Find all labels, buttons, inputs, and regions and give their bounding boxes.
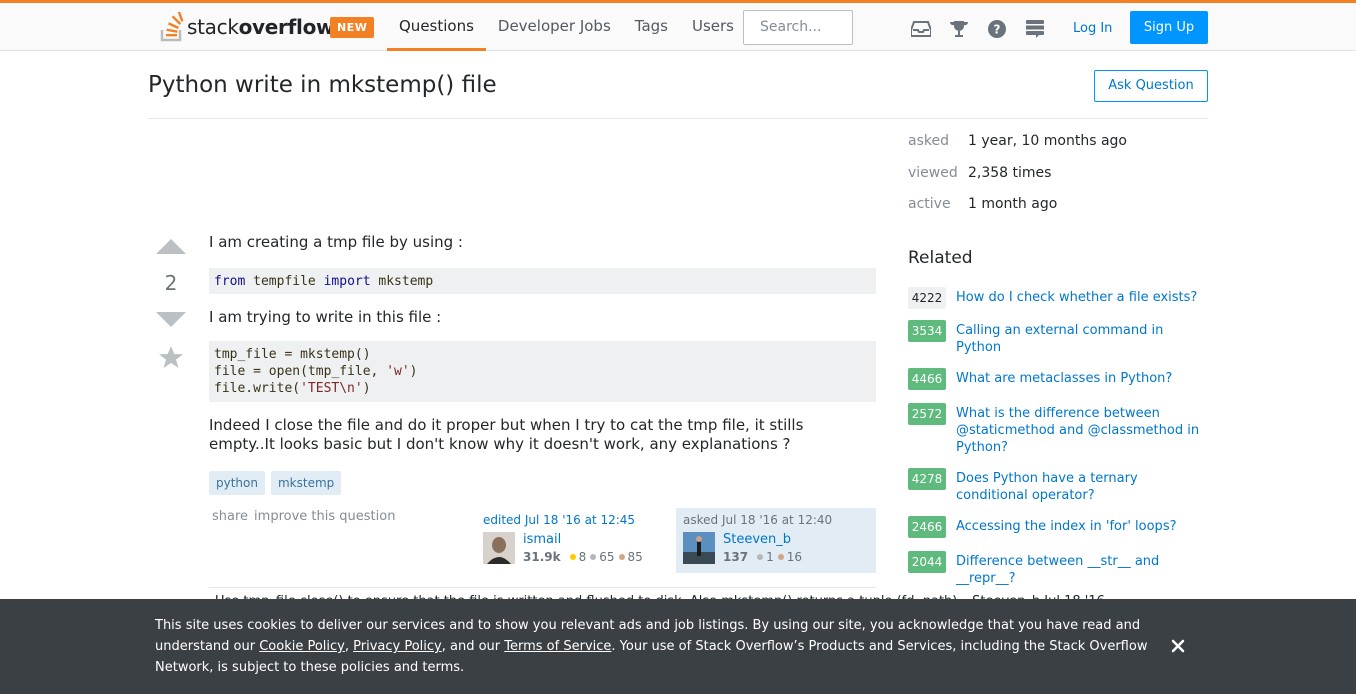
close-icon[interactable] <box>1169 637 1187 655</box>
related-score: 4278 <box>908 468 946 490</box>
edited-timestamp[interactable]: edited Jul 18 '16 at 12:45 <box>483 513 669 527</box>
main-nav: Questions Developer Jobs Tags Users <box>387 3 746 51</box>
top-bar: stackoverflow NEW Questions Developer Jo… <box>0 0 1356 51</box>
post-paragraph-1: I am creating a tmp file by using : <box>209 233 463 251</box>
related-score: 2466 <box>908 516 946 538</box>
asker-card: asked Jul 18 '16 at 12:40 Steeven_b 137 … <box>676 508 876 573</box>
cookie-policy-link[interactable]: Cookie Policy <box>259 639 345 654</box>
stat-viewed: viewed 2,358 times <box>908 165 1052 181</box>
related-score: 4222 <box>908 287 946 309</box>
related-score: 2572 <box>908 403 946 425</box>
top-icons: ? <box>908 18 1060 40</box>
search-input[interactable]: Search... <box>743 10 853 45</box>
related-link[interactable]: What are metaclasses in Python? <box>956 370 1206 387</box>
comments-divider <box>209 587 876 588</box>
related-score: 3534 <box>908 320 946 342</box>
stat-asked: asked 1 year, 10 months ago <box>908 133 1127 149</box>
editor-name[interactable]: ismail <box>523 532 561 547</box>
related-link[interactable]: Accessing the index in 'for' loops? <box>956 518 1206 535</box>
inbox-icon[interactable] <box>908 18 934 40</box>
bronze-badge-icon <box>777 554 784 560</box>
trophy-icon[interactable] <box>946 18 972 40</box>
code-block-2: tmp_file = mkstemp() file = open(tmp_fil… <box>209 341 876 402</box>
related-link[interactable]: What is the difference between @staticme… <box>956 405 1206 456</box>
editor-reputation: 31.9k 8 65 85 <box>523 550 643 564</box>
related-link[interactable]: Calling an external command in Python <box>956 322 1206 356</box>
related-link[interactable]: Does Python have a ternary conditional o… <box>956 470 1206 504</box>
gold-badge-icon <box>569 554 576 560</box>
logo[interactable]: stackoverflow <box>160 10 335 43</box>
nav-questions[interactable]: Questions <box>387 3 486 51</box>
related-link[interactable]: How do I check whether a file exists? <box>956 289 1206 306</box>
svg-text:?: ? <box>994 23 1001 37</box>
title-divider <box>148 118 1208 119</box>
stat-active: active 1 month ago <box>908 196 1058 212</box>
question-title[interactable]: Python write in mkstemp() file <box>148 72 497 98</box>
logo-text: stackoverflow <box>187 15 335 39</box>
asked-timestamp: asked Jul 18 '16 at 12:40 <box>683 513 833 527</box>
vote-count: 2 <box>164 271 178 295</box>
asker-name[interactable]: Steeven_b <box>723 532 791 547</box>
nav-tags[interactable]: Tags <box>623 3 680 51</box>
cookie-notice-text: This site uses cookies to deliver our se… <box>155 618 1148 675</box>
post-paragraph-2: I am trying to write in this file : <box>209 308 442 326</box>
stackoverflow-logo-icon <box>160 10 184 42</box>
code-block-1: from tempfile import mkstemp <box>209 268 876 294</box>
privacy-policy-link[interactable]: Privacy Policy <box>353 639 442 654</box>
related-score: 4466 <box>908 368 946 390</box>
help-icon[interactable]: ? <box>984 18 1010 40</box>
nav-developer-jobs[interactable]: Developer Jobs <box>486 3 623 51</box>
signup-button[interactable]: Sign Up <box>1130 11 1208 44</box>
login-link[interactable]: Log In <box>1073 21 1112 36</box>
asker-reputation: 137 1 16 <box>723 550 802 564</box>
downvote-arrow-icon[interactable] <box>155 310 187 334</box>
silver-badge-icon <box>590 554 597 560</box>
related-heading: Related <box>908 248 973 268</box>
avatar[interactable] <box>483 532 515 564</box>
improve-question-link[interactable]: improve this question <box>254 509 395 524</box>
tag-mkstemp[interactable]: mkstemp <box>270 471 342 495</box>
tag-list: python mkstemp <box>209 471 347 495</box>
related-score: 2044 <box>908 551 946 573</box>
bronze-badge-icon <box>618 554 625 560</box>
favorite-star-icon[interactable] <box>158 345 184 373</box>
avatar[interactable] <box>683 532 715 564</box>
stackexchange-icon[interactable] <box>1022 18 1048 40</box>
silver-badge-icon <box>757 554 764 560</box>
tag-python[interactable]: python <box>209 471 265 495</box>
nav-users[interactable]: Users <box>680 3 746 51</box>
share-link[interactable]: share <box>212 509 248 524</box>
upvote-arrow-icon[interactable] <box>155 236 187 260</box>
new-badge[interactable]: NEW <box>330 17 375 38</box>
post-paragraph-3: Indeed I close the file and do it proper… <box>209 416 804 453</box>
terms-of-service-link[interactable]: Terms of Service <box>504 639 611 654</box>
cookie-banner: This site uses cookies to deliver our se… <box>0 599 1356 694</box>
related-link[interactable]: Difference between __str__ and __repr__? <box>956 553 1206 587</box>
editor-card: edited Jul 18 '16 at 12:45 ismail 31.9k … <box>476 508 676 573</box>
post-menu: share improve this question <box>212 509 401 524</box>
ask-question-button[interactable]: Ask Question <box>1094 70 1208 102</box>
